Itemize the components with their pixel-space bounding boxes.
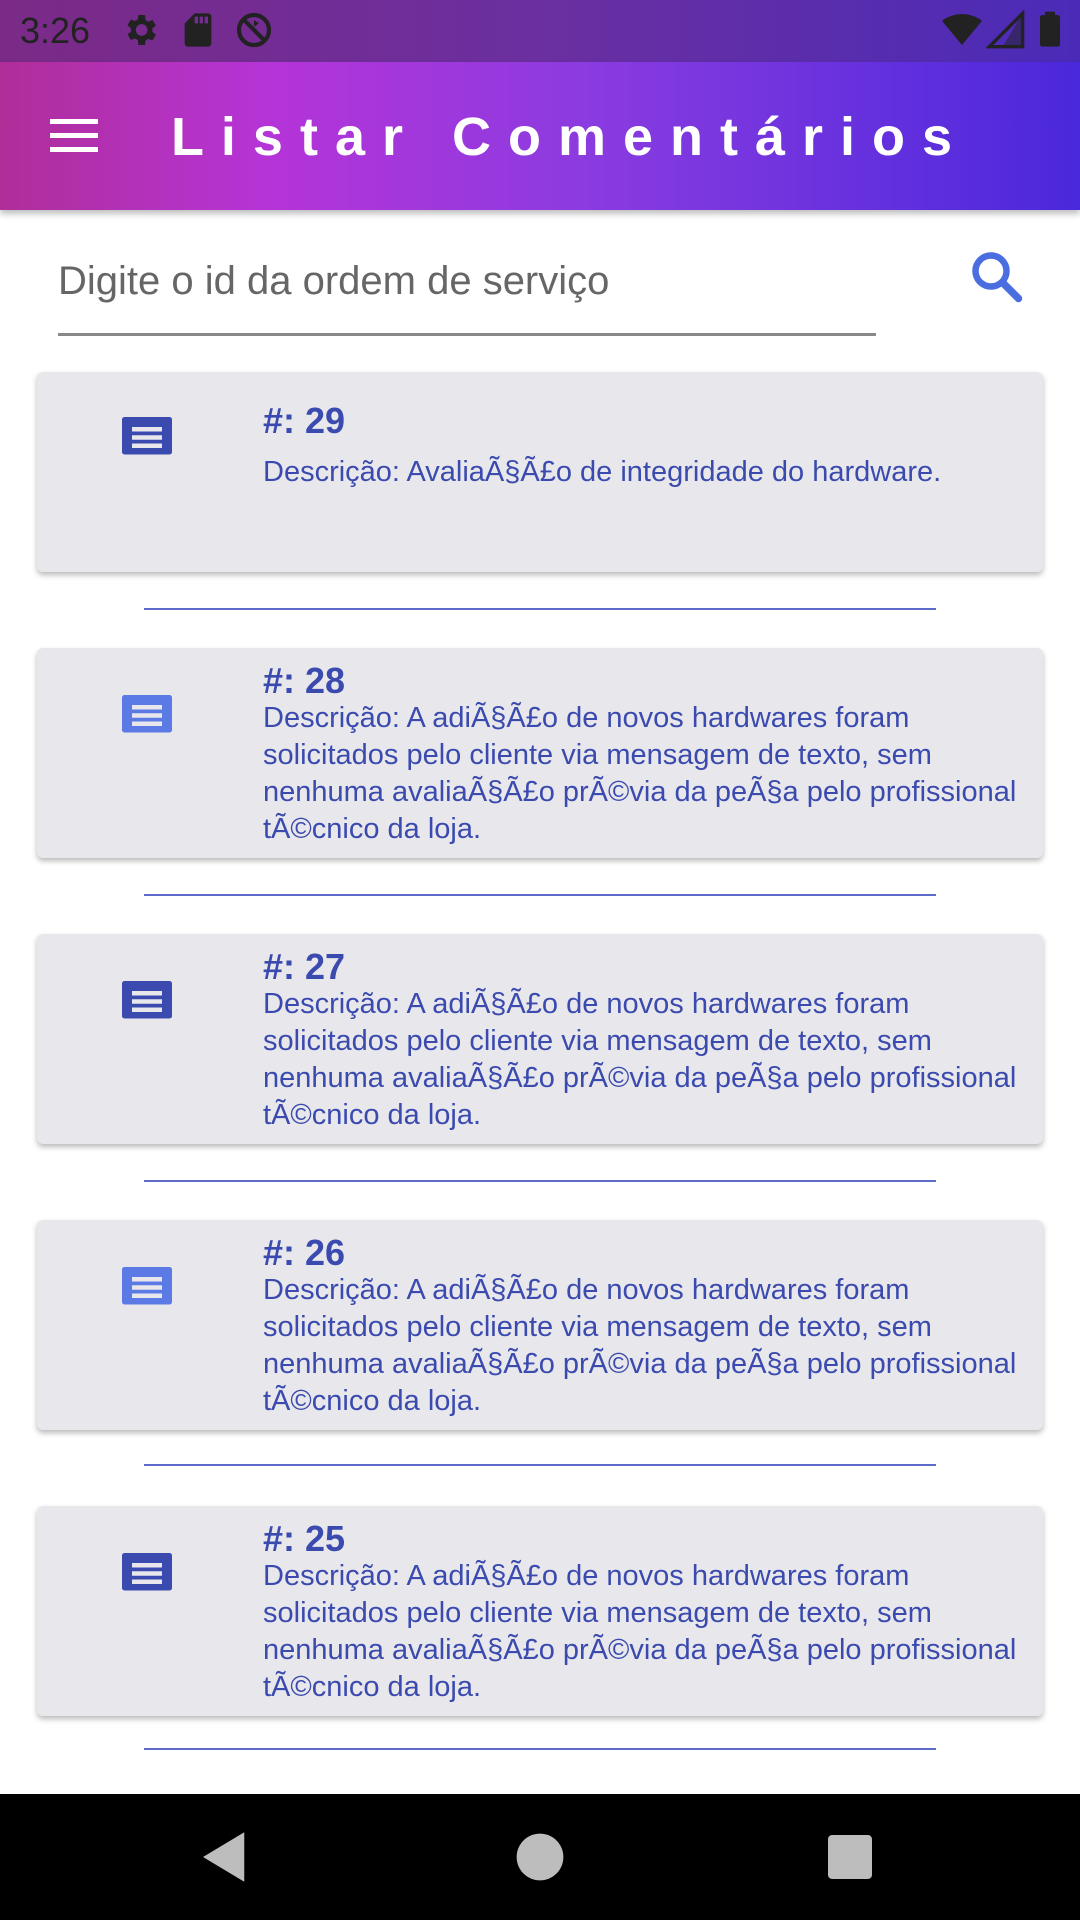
list-divider: [144, 1748, 936, 1750]
list-divider: [144, 894, 936, 896]
search-input[interactable]: [58, 230, 876, 336]
comment-card[interactable]: #: 25 Descrição: A adiÃ§Ã£o de novos har…: [37, 1506, 1043, 1716]
comment-description: Descrição: AvaliaÃ§Ã£o de integridade do…: [263, 456, 942, 488]
status-time: 3:26: [20, 10, 91, 51]
comment-icon: [122, 695, 172, 745]
comment-id: #: 27: [263, 946, 346, 987]
comment-id: #: 28: [263, 660, 346, 701]
comment-id: #: 29: [263, 400, 346, 441]
gear-icon: [127, 15, 156, 45]
comment-icon: [122, 417, 172, 467]
comment-description: Descrição: A adiÃ§Ã£o de novos hardwares…: [263, 988, 1017, 1131]
wifi-icon: [942, 14, 982, 45]
signal-icon: [986, 10, 1025, 49]
comment-card[interactable]: #: 28 Descrição: A adiÃ§Ã£o de novos har…: [37, 648, 1043, 858]
list-divider: [144, 1464, 936, 1466]
navigation-bar: [0, 1794, 1080, 1920]
sd-card-icon: [184, 13, 212, 47]
back-icon[interactable]: [192, 1824, 258, 1890]
battery-icon: [1040, 11, 1060, 47]
comment-icon: [122, 1267, 172, 1317]
comment-card[interactable]: #: 29 Descrição: AvaliaÃ§Ã£o de integrid…: [37, 372, 1043, 572]
comment-description: Descrição: A adiÃ§Ã£o de novos hardwares…: [263, 702, 1017, 845]
comment-icon: [122, 981, 172, 1031]
comment-icon: [122, 1553, 172, 1603]
recents-icon[interactable]: [817, 1824, 883, 1890]
status-bar: 3:26: [0, 0, 1080, 62]
home-icon[interactable]: [507, 1824, 573, 1890]
comment-card[interactable]: #: 26 Descrição: A adiÃ§Ã£o de novos har…: [37, 1220, 1043, 1430]
comment-card[interactable]: #: 27 Descrição: A adiÃ§Ã£o de novos har…: [37, 934, 1043, 1144]
list-divider: [144, 608, 936, 610]
comment-id: #: 25: [263, 1518, 346, 1559]
search-icon[interactable]: [966, 246, 1026, 306]
comment-description: Descrição: A adiÃ§Ã£o de novos hardwares…: [263, 1560, 1017, 1703]
search-field: [58, 230, 876, 336]
list-divider: [144, 1180, 936, 1182]
sync-off-icon: [236, 12, 272, 48]
app-bar: Listar Comentários: [0, 62, 1080, 210]
page-title: Listar Comentários: [170, 107, 970, 167]
comment-description: Descrição: A adiÃ§Ã£o de novos hardwares…: [263, 1274, 1017, 1417]
comment-list: #: 29 Descrição: AvaliaÃ§Ã£o de integrid…: [0, 372, 1080, 1750]
comment-id: #: 26: [263, 1232, 346, 1273]
